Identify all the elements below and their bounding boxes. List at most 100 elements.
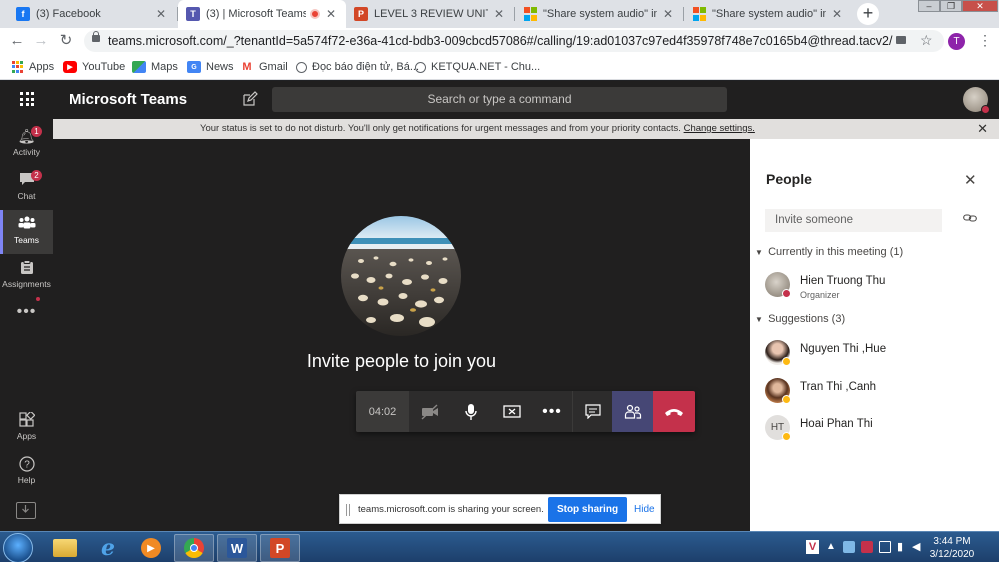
tray-app-icon[interactable] bbox=[861, 541, 873, 553]
download-app-icon[interactable] bbox=[16, 502, 36, 519]
bookmark-star-icon[interactable]: ☆ bbox=[920, 32, 933, 49]
notice-message: Your status is set to do not disturb. Yo… bbox=[200, 119, 755, 139]
forward-icon[interactable]: → bbox=[32, 32, 50, 50]
close-tab-icon[interactable]: ✕ bbox=[492, 7, 506, 21]
show-hidden-icons-icon[interactable]: ▲ bbox=[826, 541, 838, 553]
tray-app-icon[interactable] bbox=[843, 541, 855, 553]
close-tab-icon[interactable]: ✕ bbox=[154, 7, 168, 21]
close-icon[interactable]: ✕ bbox=[964, 171, 977, 189]
section-suggestions[interactable]: ▼ Suggestions (3) bbox=[755, 313, 845, 325]
apps-grid-icon bbox=[10, 61, 24, 73]
show-participants-button[interactable] bbox=[612, 391, 653, 432]
bookmark-maps[interactable]: Maps bbox=[132, 59, 178, 75]
address-bar[interactable]: teams.microsoft.com/_?tenantId=5a574f72-… bbox=[84, 30, 944, 52]
news-icon: G bbox=[187, 61, 201, 73]
more-actions-icon[interactable]: ••• bbox=[532, 391, 572, 432]
change-settings-link[interactable]: Change settings. bbox=[684, 123, 755, 134]
globe-icon bbox=[296, 61, 307, 73]
participant-item[interactable]: Hien Truong Thu Organizer bbox=[765, 270, 985, 300]
tab-powerpoint[interactable]: P LEVEL 3 REVIEW UNIT 1 Ok.p ✕ bbox=[346, 0, 514, 28]
bookmark-gmail[interactable]: M Gmail bbox=[240, 59, 287, 75]
call-timer: 04:02 bbox=[356, 391, 409, 432]
hang-up-button[interactable] bbox=[653, 391, 695, 432]
command-search-box[interactable]: Search or type a command bbox=[272, 87, 727, 112]
url-text[interactable]: teams.microsoft.com/_?tenantId=5a574f72-… bbox=[108, 34, 892, 48]
bookmark-news[interactable]: G News bbox=[187, 59, 234, 75]
globe-icon bbox=[415, 61, 426, 73]
media-player-icon[interactable]: ▶ bbox=[131, 534, 171, 562]
close-tab-icon[interactable]: ✕ bbox=[830, 7, 844, 21]
close-window-icon[interactable]: ✕ bbox=[962, 0, 998, 12]
profile-avatar[interactable]: T bbox=[948, 33, 965, 50]
apps-icon bbox=[18, 410, 36, 428]
browser-menu-icon[interactable]: ⋮ bbox=[978, 32, 992, 49]
tab-microsoft-teams[interactable]: T (3) | Microsoft Teams ✕ bbox=[178, 0, 346, 28]
mute-button[interactable] bbox=[450, 391, 491, 432]
bookmark-ketqua[interactable]: KETQUA.NET - Chu... bbox=[415, 59, 540, 75]
close-icon[interactable]: ✕ bbox=[977, 119, 988, 139]
compose-icon[interactable] bbox=[242, 91, 258, 107]
avatar[interactable] bbox=[963, 87, 990, 114]
browser-toolbar: ← → ↻ teams.microsoft.com/_?tenantId=5a5… bbox=[0, 28, 999, 54]
minimize-window-icon[interactable]: – bbox=[918, 0, 940, 12]
suggested-person[interactable]: Tran Thi ,Canh bbox=[765, 376, 985, 406]
rail-item-assignments[interactable]: Assignments bbox=[0, 254, 53, 298]
rail-item-chat[interactable]: 2 Chat bbox=[0, 166, 53, 210]
suggested-person[interactable]: Nguyen Thi ,Hue bbox=[765, 338, 985, 368]
suggested-person[interactable]: HT Hoai Phan Thi bbox=[765, 413, 985, 443]
stop-share-button[interactable] bbox=[491, 391, 532, 432]
people-panel: People ✕ Invite someone ▼ Currently in t… bbox=[750, 139, 999, 531]
chevron-down-icon: ▼ bbox=[755, 315, 763, 324]
internet-explorer-icon[interactable]: e bbox=[88, 534, 128, 562]
rail-label: Chat bbox=[17, 191, 36, 201]
reload-icon[interactable]: ↻ bbox=[57, 32, 75, 50]
word-icon[interactable]: W bbox=[217, 534, 257, 562]
tab-share-audio-2[interactable]: "Share system audio" in a Te ✕ bbox=[684, 0, 852, 28]
rail-item-apps[interactable]: Apps bbox=[0, 406, 53, 450]
more-apps-icon[interactable]: ••• bbox=[0, 303, 53, 321]
person-name: Nguyen Thi ,Hue bbox=[800, 343, 887, 355]
bookmark-label: News bbox=[206, 61, 234, 73]
action-center-icon[interactable] bbox=[879, 541, 891, 553]
hide-button[interactable]: Hide bbox=[634, 504, 655, 515]
invite-someone-input[interactable]: Invite someone bbox=[765, 209, 942, 232]
network-icon[interactable]: ▮ bbox=[897, 541, 909, 553]
teams-icon: T bbox=[186, 7, 200, 21]
system-clock[interactable]: 3:44 PM 3/12/2020 bbox=[925, 535, 979, 561]
tab-share-audio-1[interactable]: "Share system audio" in a Te ✕ bbox=[515, 0, 683, 28]
rail-item-teams[interactable]: Teams bbox=[0, 210, 53, 254]
close-tab-icon[interactable]: ✕ bbox=[324, 7, 338, 21]
rail-item-activity[interactable]: 🔔︎ 1 Activity bbox=[0, 122, 53, 166]
rail-item-help[interactable]: ? Help bbox=[0, 450, 53, 494]
invite-prompt: Invite people to join you bbox=[306, 351, 497, 371]
close-tab-icon[interactable]: ✕ bbox=[661, 7, 675, 21]
show-conversation-button[interactable] bbox=[572, 391, 612, 432]
new-tab-button[interactable]: + bbox=[857, 3, 879, 25]
restore-window-icon[interactable]: ❐ bbox=[940, 0, 962, 12]
stop-sharing-button[interactable]: Stop sharing bbox=[548, 497, 627, 522]
gmail-icon: M bbox=[242, 61, 252, 73]
file-explorer-icon[interactable] bbox=[45, 534, 85, 562]
tab-facebook[interactable]: f (3) Facebook ✕ bbox=[8, 0, 176, 28]
camera-in-use-icon[interactable] bbox=[896, 36, 906, 44]
section-current-meeting[interactable]: ▼ Currently in this meeting (1) bbox=[755, 246, 903, 258]
start-button[interactable] bbox=[3, 533, 33, 562]
copy-link-icon[interactable] bbox=[963, 213, 977, 223]
volume-icon[interactable]: ◀ bbox=[912, 541, 924, 553]
back-icon[interactable]: ← bbox=[8, 32, 26, 50]
chrome-icon[interactable] bbox=[174, 534, 214, 562]
drag-handle[interactable] bbox=[346, 504, 350, 516]
chat-badge: 2 bbox=[31, 170, 42, 181]
vietnamese-input-icon[interactable]: V bbox=[806, 540, 819, 554]
clock-time: 3:44 PM bbox=[933, 536, 971, 547]
app-launcher-icon[interactable] bbox=[20, 92, 34, 106]
camera-off-button[interactable] bbox=[409, 391, 450, 432]
participants-icon bbox=[624, 404, 641, 419]
help-icon: ? bbox=[18, 456, 36, 472]
recording-icon bbox=[310, 9, 320, 19]
bookmark-youtube[interactable]: ▶ YouTube bbox=[63, 59, 125, 75]
bookmark-apps[interactable]: Apps bbox=[10, 59, 54, 75]
bookmark-doc-bao[interactable]: Đọc báo điện tử, Bá... bbox=[296, 59, 419, 75]
call-stage: Invite people to join you 04:02 ••• bbox=[53, 139, 750, 531]
powerpoint-icon[interactable]: P bbox=[260, 534, 300, 562]
